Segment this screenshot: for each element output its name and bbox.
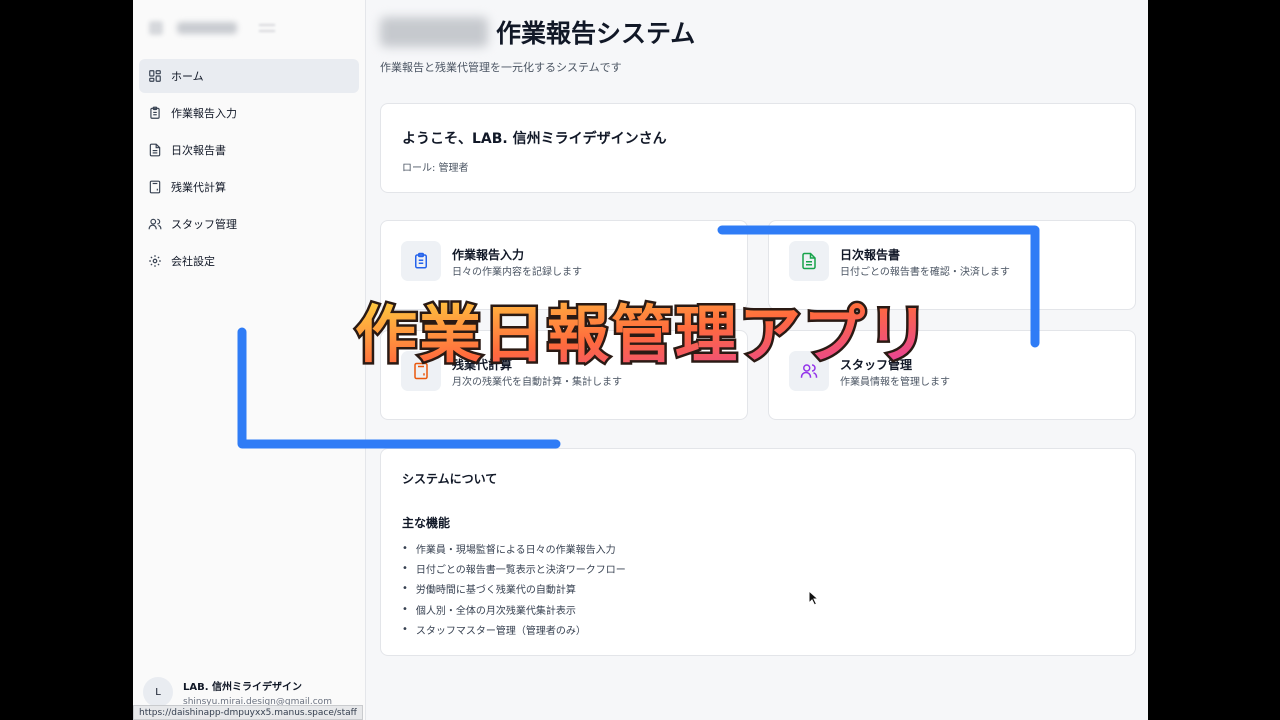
welcome-card: ようこそ、LAB. 信州ミライデザインさん ロール: 管理者 <box>380 103 1136 193</box>
about-card: システムについて 主な機能 作業員・現場監督による日々の作業報告入力 日付ごとの… <box>380 448 1136 656</box>
file-text-icon <box>148 143 162 157</box>
welcome-title: ようこそ、LAB. 信州ミライデザインさん <box>402 131 667 147</box>
sidebar-toggle-icon[interactable] <box>259 24 275 32</box>
mouse-cursor-icon <box>808 590 820 606</box>
features-heading: 主な機能 <box>402 516 451 530</box>
sidebar-item-label: ホーム <box>171 70 204 83</box>
feature-title: 残業代計算 <box>452 358 513 372</box>
sidebar-item-label: 残業代計算 <box>171 181 226 194</box>
app-window: ホーム 作業報告入力 日次報告書 残業代計算 スタッフ管理 会社設定 L LAB… <box>133 0 1148 720</box>
list-item: 作業員・現場監督による日々の作業報告入力 <box>402 538 626 558</box>
file-text-icon <box>789 241 829 281</box>
sidebar-item-daily-report[interactable]: 日次報告書 <box>139 133 359 167</box>
feature-title: スタッフ管理 <box>840 358 913 372</box>
about-title: システムについて <box>402 472 498 486</box>
feature-card-overtime[interactable]: 残業代計算 月次の残業代を自動計算・集計します <box>380 330 748 420</box>
gear-icon <box>148 254 162 268</box>
user-name: LAB. 信州ミライデザイン <box>183 681 303 693</box>
feature-description: 日々の作業内容を記録します <box>452 267 582 278</box>
user-role: ロール: 管理者 <box>402 163 469 174</box>
feature-description: 日付ごとの報告書を確認・決済します <box>840 267 1010 278</box>
sidebar-item-work-report[interactable]: 作業報告入力 <box>139 96 359 130</box>
calculator-icon <box>401 351 441 391</box>
sidebar-item-label: 会社設定 <box>171 255 215 268</box>
page-title: 作業報告システム <box>496 19 696 48</box>
sidebar-item-label: 日次報告書 <box>171 144 226 157</box>
users-icon <box>789 351 829 391</box>
page-subtitle: 作業報告と残業代管理を一元化するシステムです <box>380 61 622 74</box>
feature-card-daily-report[interactable]: 日次報告書 日付ごとの報告書を確認・決済します <box>768 220 1136 310</box>
clipboard-icon <box>401 241 441 281</box>
sidebar-item-overtime[interactable]: 残業代計算 <box>139 170 359 204</box>
user-profile[interactable]: L LAB. 信州ミライデザイン shinsyu.mirai.design@gm… <box>143 677 332 707</box>
feature-card-staff[interactable]: スタッフ管理 作業員情報を管理します <box>768 330 1136 420</box>
sidebar-nav: ホーム 作業報告入力 日次報告書 残業代計算 スタッフ管理 会社設定 <box>133 56 365 284</box>
feature-description: 作業員情報を管理します <box>840 377 950 388</box>
link-status-bar: https://daishinapp-dmpuyxx5.manus.space/… <box>133 705 363 720</box>
feature-title: 作業報告入力 <box>452 248 525 262</box>
sidebar: ホーム 作業報告入力 日次報告書 残業代計算 スタッフ管理 会社設定 L LAB… <box>133 0 366 720</box>
list-item: 日付ごとの報告書一覧表示と決済ワークフロー <box>402 558 626 578</box>
sidebar-item-label: スタッフ管理 <box>171 218 237 231</box>
avatar: L <box>143 677 173 707</box>
features-list: 作業員・現場監督による日々の作業報告入力 日付ごとの報告書一覧表示と決済ワークフ… <box>402 538 626 640</box>
sidebar-item-staff[interactable]: スタッフ管理 <box>139 207 359 241</box>
page-title-row: 作業報告システム <box>380 14 695 50</box>
sidebar-item-home[interactable]: ホーム <box>139 59 359 93</box>
sidebar-header <box>133 0 365 56</box>
feature-description: 月次の残業代を自動計算・集計します <box>452 377 622 388</box>
list-item: 労働時間に基づく残業代の自動計算 <box>402 579 626 599</box>
company-logo-blurred <box>380 17 488 47</box>
feature-title: 日次報告書 <box>840 248 901 262</box>
app-logo-icon <box>149 21 163 35</box>
users-icon <box>148 217 162 231</box>
sidebar-item-label: 作業報告入力 <box>171 107 237 120</box>
list-item: 個人別・全体の月次残業代集計表示 <box>402 599 626 619</box>
dashboard-icon <box>148 69 162 83</box>
list-item: スタッフマスター管理（管理者のみ） <box>402 620 626 640</box>
company-name-blurred <box>177 22 237 34</box>
sidebar-item-company-settings[interactable]: 会社設定 <box>139 244 359 278</box>
calculator-icon <box>148 180 162 194</box>
clipboard-icon <box>148 106 162 120</box>
feature-card-work-report[interactable]: 作業報告入力 日々の作業内容を記録します <box>380 220 748 310</box>
